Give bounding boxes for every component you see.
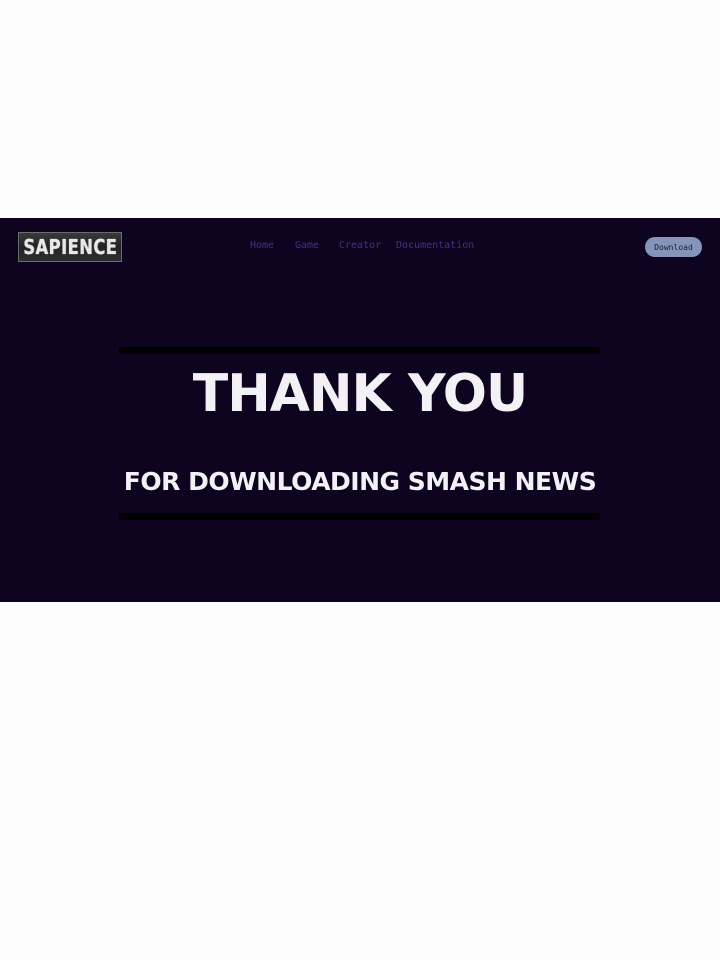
download-button[interactable]: Download	[645, 237, 702, 257]
nav-links: Home Game Creator Documentation	[0, 240, 720, 254]
navbar: SAPIENCE Home Game Creator Documentation…	[0, 218, 720, 276]
nav-link-documentation[interactable]: Documentation	[396, 240, 474, 251]
nav-link-home[interactable]: Home	[250, 240, 274, 251]
divider-top	[119, 347, 600, 354]
nav-link-game[interactable]: Game	[295, 240, 319, 251]
divider-bottom	[119, 513, 600, 520]
nav-link-creator[interactable]: Creator	[339, 240, 381, 251]
subheadline: FOR DOWNLOADING SMASH NEWS	[123, 467, 597, 496]
headline: THANK YOU	[192, 364, 528, 424]
page: SAPIENCE Home Game Creator Documentation…	[0, 0, 720, 960]
hero-panel: SAPIENCE Home Game Creator Documentation…	[0, 218, 720, 602]
